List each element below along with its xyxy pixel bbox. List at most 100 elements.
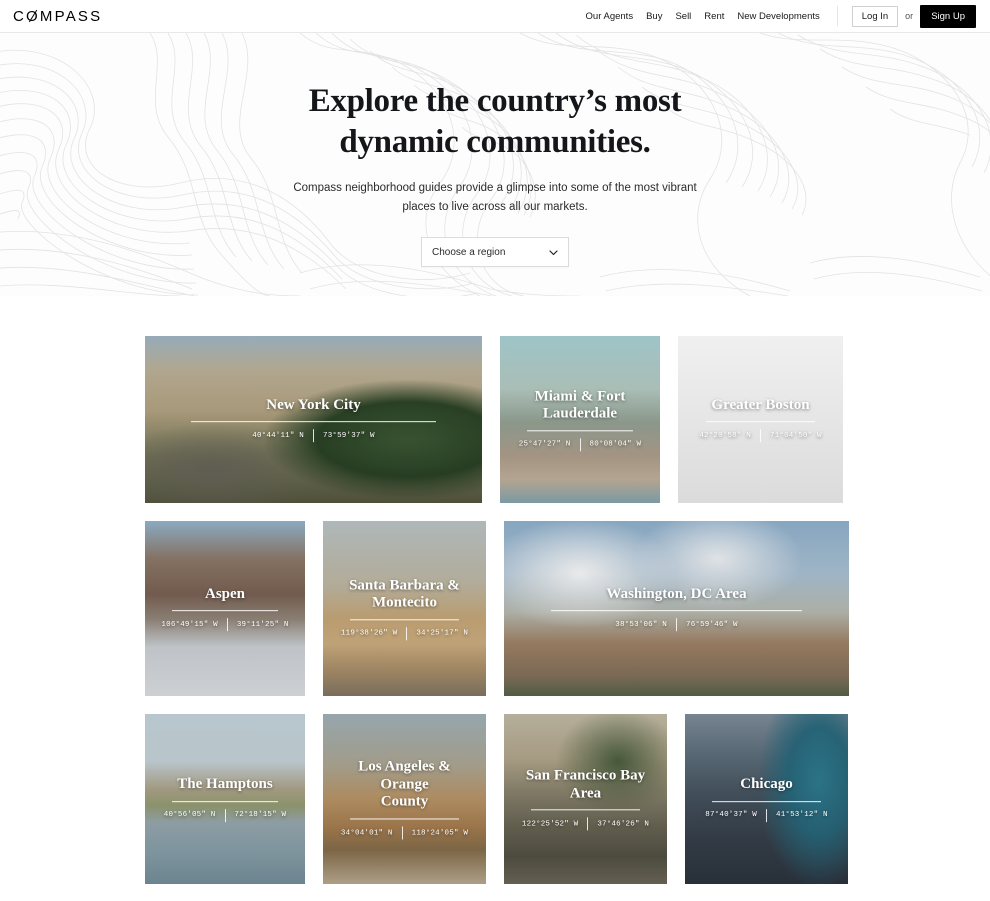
or-separator-label: or (905, 11, 914, 21)
hero-section: Explore the country’s most dynamic commu… (0, 33, 990, 296)
card-content: The Hamptons 40°56′05″ N 72°18′15″ W (145, 776, 305, 822)
city-coordinates: 106°49′15″ W 39°11′25″ N (157, 618, 293, 632)
card-content: Aspen 106°49′15″ W 39°11′25″ N (145, 586, 305, 632)
site-header: C O MPASS Our Agents Buy Sell Rent New Dev… (0, 0, 990, 33)
city-name-line-1: Los Angeles & Orange (358, 758, 451, 793)
city-name-line-1: Santa Barbara & (349, 576, 460, 593)
coordinate-longitude: 76°59′46″ W (686, 620, 738, 629)
city-name-line-1: The Hamptons (177, 776, 273, 793)
coordinate-latitude: 41°53′12″ N (776, 811, 828, 820)
city-name: Aspen (157, 586, 293, 604)
city-name: New York City (157, 397, 470, 415)
nav-link-new-developments[interactable]: New Developments (737, 11, 819, 22)
city-name-line-1: San Francisco Bay Area (525, 767, 646, 801)
login-button[interactable]: Log In (851, 5, 899, 27)
hero-title-line-2: dynamic communities. (339, 123, 651, 160)
nav-link-sell[interactable]: Sell (675, 11, 691, 22)
city-card-greater-boston[interactable]: Greater Boston 42°20′58″ N 71°04′50″ W (678, 336, 843, 503)
hero-content: Explore the country’s most dynamic commu… (0, 81, 990, 268)
nav-link-buy[interactable]: Buy (646, 11, 662, 22)
city-card-chicago[interactable]: Chicago 87°40′37″ W 41°53′12″ N (685, 714, 848, 884)
card-content: Greater Boston 42°20′58″ N 71°04′50″ W (678, 397, 843, 443)
coordinate-latitude: 37°46′26″ N (597, 820, 650, 829)
city-name-line-1: Aspen (204, 585, 245, 602)
city-coordinates: 42°20′58″ N 71°04′50″ W (690, 429, 831, 443)
nav-link-rent[interactable]: Rent (704, 11, 724, 22)
city-card-miami-fort-lauderdale[interactable]: Miami & Fort Lauderdale 25°47′27″ N 80°0… (500, 336, 660, 503)
coordinate-separator (226, 618, 228, 632)
city-name: Los Angeles & Orange County (335, 758, 474, 811)
page-title: Explore the country’s most dynamic commu… (280, 81, 710, 162)
city-name: Greater Boston (690, 397, 831, 415)
city-name: The Hamptons (157, 776, 293, 794)
city-coordinates: 122°25′52″ W 37°46′26″ N (516, 817, 655, 831)
city-name-line-1: Washington, DC Area (606, 585, 747, 602)
coordinate-separator (313, 429, 314, 443)
city-name: Washington, DC Area (516, 586, 837, 604)
city-card-aspen[interactable]: Aspen 106°49′15″ W 39°11′25″ N (145, 521, 305, 696)
neighborhood-guides-section: New York City 40°44′11″ N 73°59′37″ W Mi… (0, 296, 990, 884)
card-content: Santa Barbara & Montecito 119°38′26″ W 3… (323, 576, 486, 641)
main-navigation: Our Agents Buy Sell Rent New Development… (586, 4, 976, 28)
card-divider-rule (526, 430, 634, 432)
coordinate-latitude: 38°53′06″ N (615, 620, 667, 629)
coordinate-longitude: 122°25′52″ W (521, 820, 579, 829)
hero-subtitle-line-1: Compass neighborhood guides provide a gl… (293, 182, 697, 195)
city-coordinates: 87°40′37″ W 41°53′12″ N (697, 808, 836, 822)
city-coordinates: 40°44′11″ N 73°59′37″ W (157, 429, 470, 443)
city-name-line-2: Montecito (372, 594, 437, 611)
coordinate-latitude: 25°47′27″ N (518, 440, 571, 449)
card-divider-rule (171, 610, 279, 612)
city-card-new-york-city[interactable]: New York City 40°44′11″ N 73°59′37″ W (145, 336, 482, 503)
region-select-dropdown[interactable]: Choose a region (421, 237, 569, 268)
card-divider-rule (191, 421, 436, 423)
logo-slashed-o-icon: O (26, 7, 40, 25)
city-name-line-1: Greater Boston (711, 396, 810, 413)
card-content: Miami & Fort Lauderdale 25°47′27″ N 80°0… (500, 388, 660, 452)
city-coordinates: 40°56′05″ N 72°18′15″ W (157, 808, 293, 822)
city-name: Miami & Fort Lauderdale (512, 388, 648, 423)
card-content: San Francisco Bay Area 122°25′52″ W 37°4… (504, 767, 667, 831)
city-name-line-2: County (380, 793, 429, 810)
coordinate-separator (406, 627, 408, 641)
card-divider-rule (712, 800, 821, 802)
coordinate-latitude: 34°04′01″ N (340, 829, 393, 838)
city-card-santa-barbara-montecito[interactable]: Santa Barbara & Montecito 119°38′26″ W 3… (323, 521, 486, 696)
city-card-washington-dc-area[interactable]: Washington, DC Area 38°53′06″ N 76°59′46… (504, 521, 849, 696)
chevron-down-icon (549, 243, 558, 261)
hero-subtitle-line-2: places to live across all our markets. (402, 200, 588, 213)
city-card-grid: New York City 40°44′11″ N 73°59′37″ W Mi… (145, 336, 849, 884)
coordinate-longitude: 80°08′04″ W (589, 440, 642, 449)
city-card-los-angeles-orange-county[interactable]: Los Angeles & Orange County 34°04′01″ N … (323, 714, 486, 884)
city-name-line-2: Lauderdale (542, 405, 618, 422)
city-card-the-hamptons[interactable]: The Hamptons 40°56′05″ N 72°18′15″ W (145, 714, 305, 884)
coordinate-longitude: 87°40′37″ W (705, 811, 757, 820)
card-divider-rule (531, 809, 640, 811)
city-coordinates: 38°53′06″ N 76°59′46″ W (516, 618, 837, 632)
coordinate-separator (579, 438, 581, 452)
signup-button[interactable]: Sign Up (920, 4, 976, 28)
city-name: Chicago (697, 776, 836, 794)
city-coordinates: 34°04′01″ N 118°24′05″ W (335, 826, 474, 840)
city-card-san-francisco-bay-area[interactable]: San Francisco Bay Area 122°25′52″ W 37°4… (504, 714, 667, 884)
city-coordinates: 119°38′26″ W 34°25′17″ N (335, 627, 474, 641)
card-divider-rule (171, 800, 279, 802)
coordinate-separator (401, 826, 403, 840)
card-divider-rule (705, 421, 816, 423)
card-content: Chicago 87°40′37″ W 41°53′12″ N (685, 776, 848, 822)
coordinate-longitude: 72°18′15″ W (234, 811, 287, 820)
coordinate-latitude: 40°56′05″ N (163, 811, 216, 820)
coordinate-latitude: 40°44′11″ N (252, 431, 304, 440)
hero-subtitle: Compass neighborhood guides provide a gl… (279, 179, 711, 216)
compass-logo[interactable]: C O MPASS (13, 8, 102, 25)
card-divider-rule (350, 818, 459, 820)
card-content: Los Angeles & Orange County 34°04′01″ N … (323, 758, 486, 840)
logo-text-part-c: C (13, 7, 27, 25)
city-name: San Francisco Bay Area (516, 767, 655, 802)
region-select-value: Choose a region (432, 246, 506, 258)
city-name-line-1: Miami & Fort (534, 387, 626, 404)
coordinate-latitude: 42°20′58″ N (699, 431, 751, 440)
grid-row: Aspen 106°49′15″ W 39°11′25″ N Santa Bar… (145, 521, 849, 696)
nav-link-our-agents[interactable]: Our Agents (586, 11, 634, 22)
coordinate-separator (760, 429, 761, 443)
